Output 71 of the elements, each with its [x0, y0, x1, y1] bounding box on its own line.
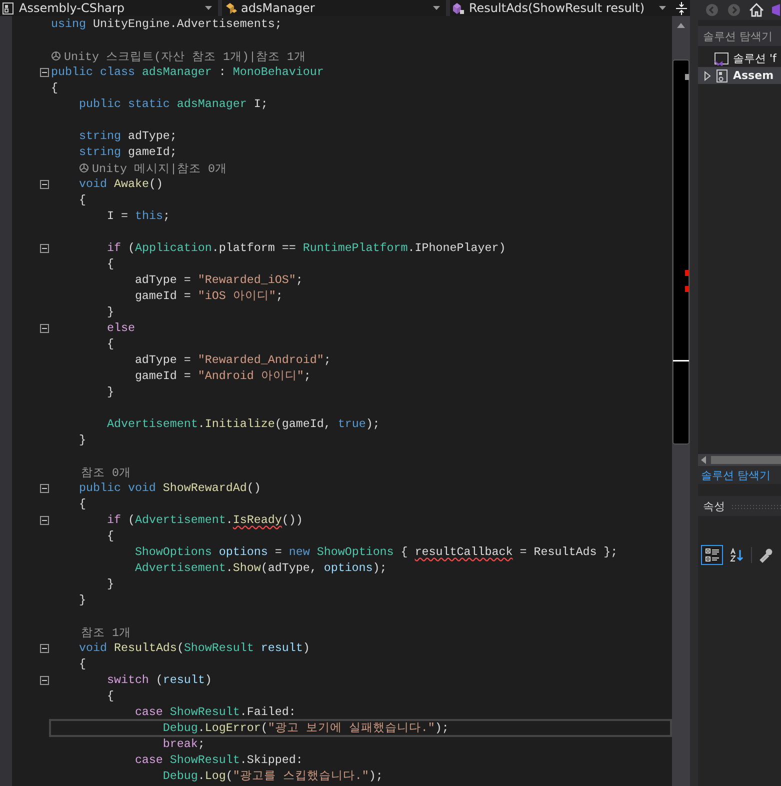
- code-line: string gameId;: [78, 145, 177, 159]
- code-line: using UnityEngine.Advertisements;: [51, 17, 282, 31]
- collapse-icon[interactable]: [40, 244, 48, 252]
- code-line: {: [106, 337, 114, 351]
- code-line: }: [78, 433, 86, 447]
- codelens-text[interactable]: Unity 메시지|참조 0개: [92, 160, 227, 176]
- code-line: {: [78, 193, 86, 207]
- project-icon: [715, 68, 729, 82]
- code-line: ShowOptions options = new ShowOptions { resultCallback = ResultAds };: [134, 545, 618, 559]
- dropdown[interactable]: Assembly-CSharp: [0, 0, 218, 16]
- method-icon: [452, 2, 465, 14]
- code-line: {: [51, 81, 58, 95]
- code-line: }: [106, 385, 114, 399]
- code-line: case ShowResult.Failed:: [134, 705, 296, 719]
- collapse-icon[interactable]: [40, 676, 48, 684]
- codelens-text[interactable]: 참조 1개: [53, 624, 131, 640]
- code-line: case ShowResult.Skipped:: [134, 753, 303, 767]
- code-line: {: [106, 529, 114, 543]
- code-line: gameId = "iOS 아이디";: [134, 289, 283, 303]
- collapse-icon[interactable]: [40, 324, 48, 332]
- code-line: Advertisement.Initialize(gameId, true);: [106, 417, 380, 431]
- search-field[interactable]: 솔루션 탐색기: [698, 26, 781, 46]
- code-line: public class adsManager : MonoBehaviour: [51, 65, 324, 79]
- dropdown[interactable]: ResultAds(ShowResult result): [450, 0, 672, 16]
- code-line: switch (result): [106, 673, 212, 687]
- caret-icon: [659, 6, 666, 10]
- code-line: }: [78, 593, 86, 607]
- class-icon: [224, 2, 237, 14]
- code-line: public static adsManager I;: [78, 97, 268, 111]
- code-line: void ResultAds(ShowResult result): [78, 641, 310, 655]
- horizontal-scrollbar[interactable]: [698, 454, 781, 466]
- code-line: Debug.Log("광고를 스킵했습니다.");: [162, 769, 383, 783]
- collapse-icon[interactable]: [40, 68, 48, 76]
- code-line: }: [106, 305, 114, 319]
- codelens-text[interactable]: 참조 0개: [53, 464, 131, 480]
- codelens-text[interactable]: Unity 스크립트(자산 참조 1개)|참조 1개: [64, 48, 306, 64]
- code-line: {: [106, 257, 114, 271]
- code-line: {: [78, 497, 86, 511]
- code-line: if (Application.platform == RuntimePlatform.IPhonePlayer): [106, 241, 506, 255]
- collapse-icon[interactable]: [40, 484, 48, 492]
- left-arrow-icon[interactable]: [701, 456, 707, 464]
- code-line: public void ShowRewardAd(): [78, 481, 261, 495]
- project-icon: [2, 2, 15, 14]
- code-line: {: [106, 689, 114, 703]
- home-icon[interactable]: [749, 3, 764, 17]
- collapse-icon[interactable]: [40, 180, 48, 188]
- panel-title: 속성: [703, 498, 725, 514]
- categorized-icon[interactable]: [701, 545, 723, 565]
- code-line: Advertisement.Show(adType, options);: [134, 561, 387, 575]
- code-line: if (Advertisement.IsReady()): [106, 513, 303, 527]
- code-line: else: [106, 321, 135, 335]
- tree-item[interactable]: Assem: [698, 67, 781, 84]
- code-line: string adType;: [78, 129, 177, 143]
- dropdown[interactable]: adsManager: [222, 0, 446, 16]
- code-line: adType = "Rewarded_Android";: [134, 353, 331, 367]
- collapse-icon[interactable]: [40, 516, 48, 524]
- expand-icon[interactable]: [704, 70, 711, 80]
- tree-item[interactable]: 솔루션 'f: [698, 50, 781, 67]
- caret-icon: [433, 6, 440, 10]
- code-line: I = this;: [106, 209, 170, 223]
- collapse-icon[interactable]: [40, 644, 48, 652]
- code-line: }: [106, 577, 114, 591]
- code-line: gameId = "Android 아이디";: [134, 369, 311, 383]
- code-line: {: [78, 657, 86, 671]
- code-line: void Awake(): [78, 177, 163, 191]
- solution-icon: [714, 52, 729, 66]
- code-line: adType = "Rewarded_iOS";: [134, 273, 303, 287]
- caret-icon: [205, 6, 212, 10]
- code-line: break;: [162, 737, 205, 751]
- split-window-icon[interactable]: [672, 0, 690, 16]
- visual-studio-icon[interactable]: [772, 3, 780, 17]
